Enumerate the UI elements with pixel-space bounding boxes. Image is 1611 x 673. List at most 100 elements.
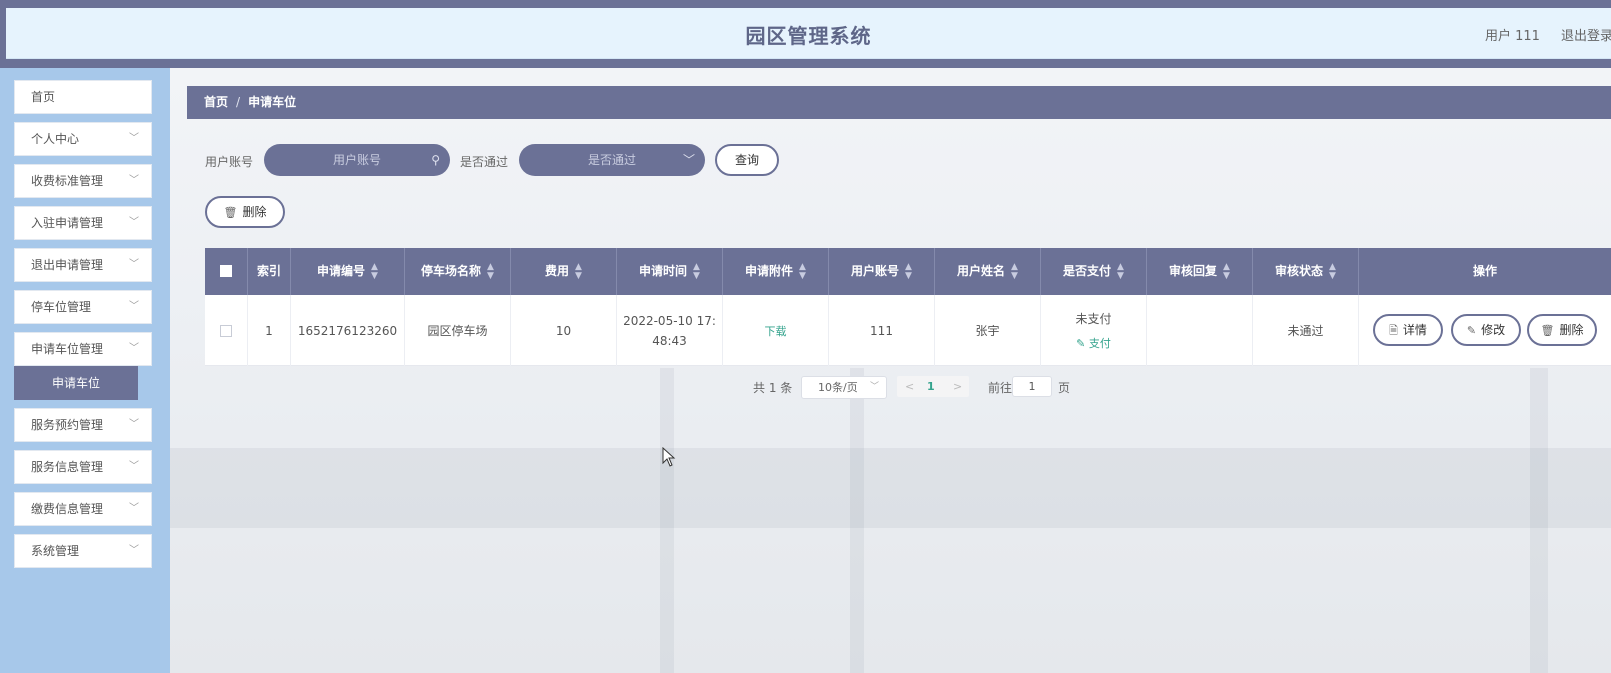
edit-button[interactable]: ✎ 修改 [1451,314,1521,346]
account-search-input[interactable]: 用户账号 ⚲ [264,144,450,176]
breadcrumb-home[interactable]: 首页 [204,95,228,109]
sidebar-item-space-application[interactable]: 申请车位管理 ﹀ [14,332,152,366]
chevron-down-icon: ﹀ [129,461,139,472]
sidebar-item-home[interactable]: 首页 [14,80,152,114]
select-all-cell [205,248,248,295]
apply-time-line1: 2022-05-10 17: [623,313,716,328]
sidebar-item-fee-standard[interactable]: 收费标准管理 ﹀ [14,164,152,198]
apply-time-line2: 48:43 [652,333,687,348]
chevron-down-icon: ﹀ [129,301,139,312]
sort-icon[interactable]: ▲ ▼ [1329,262,1336,281]
background-blur [170,448,1611,528]
sort-icon[interactable]: ▲ ▼ [575,262,582,281]
col-attachment-label: 申请附件 [745,264,794,278]
sort-icon[interactable]: ▲ ▼ [799,262,806,281]
search-icon: ⚲ [431,153,440,167]
chevron-down-icon: ﹀ [129,343,139,354]
document-icon: 🗎 [1389,324,1398,337]
prev-page-icon[interactable]: < [905,376,914,397]
edit-icon: ✎ [1466,324,1477,337]
pay-link-label: 支付 [1088,337,1111,350]
sidebar-item-exit-application[interactable]: 退出申请管理 ﹀ [14,248,152,282]
table-row: 1 1652176123260 园区停车场 10 2022-05-10 17: … [205,295,1611,366]
sort-icon[interactable]: ▲ ▼ [487,262,494,281]
logout-link[interactable]: 退出登录 [1561,25,1611,44]
sidebar-item-personal-center[interactable]: 个人中心 ﹀ [14,122,152,156]
pass-placeholder: 是否通过 [587,153,636,167]
cell-fee: 10 [511,295,617,366]
chevron-down-icon: ﹀ [129,503,139,514]
sidebar-item-label: 收费标准管理 [31,174,104,188]
detail-button[interactable]: 🗎 详情 [1373,314,1443,346]
col-fee-label: 费用 [545,264,570,278]
sidebar-item-label: 停车位管理 [31,300,92,314]
table-header: 索引 申请编号 ▲ ▼ 停车场名称 ▲ ▼ 费用 ▲ ▼ 申请时间 ▲ ▼ 申请附件 ▲ ▼ 用户账… [205,248,1611,295]
sidebar-item-parking-space[interactable]: 停车位管理 ﹀ [14,290,152,324]
sort-icon[interactable]: ▲ ▼ [905,262,912,281]
sidebar-subitem-apply-space[interactable]: 申请车位 [14,366,138,400]
background-blur [850,368,864,673]
col-status[interactable]: 审核状态 ▲ ▼ [1253,248,1359,295]
sidebar-item-label: 个人中心 [31,132,80,146]
sort-icon[interactable]: ▲ ▼ [1223,262,1230,281]
sidebar-item-entry-application[interactable]: 入驻申请管理 ﹀ [14,206,152,240]
col-reply[interactable]: 审核回复 ▲ ▼ [1147,248,1253,295]
col-apply-no-label: 申请编号 [317,264,366,278]
col-paid-label: 是否支付 [1063,264,1112,278]
sort-icon[interactable]: ▲ ▼ [1011,262,1018,281]
sort-icon[interactable]: ▲ ▼ [1117,262,1124,281]
page-number[interactable]: 1 [927,376,935,397]
query-button[interactable]: 查询 [715,144,779,176]
col-apply-no[interactable]: 申请编号 ▲ ▼ [291,248,405,295]
account-placeholder: 用户账号 [332,153,381,167]
select-all-checkbox[interactable] [220,265,232,277]
sidebar-item-payment-info[interactable]: 缴费信息管理 ﹀ [14,492,152,526]
col-apply-time[interactable]: 申请时间 ▲ ▼ [617,248,723,295]
chevron-down-icon: ﹀ [129,419,139,430]
next-page-icon[interactable]: > [953,376,962,397]
col-actions-label: 操作 [1472,264,1497,278]
col-status-label: 审核状态 [1275,264,1324,278]
row-delete-button[interactable]: 🗑 删除 [1527,314,1597,346]
main-content: 首页 / 申请车位 用户账号 用户账号 ⚲ 是否通过 是否通过 ﹀ 查询 🗑 删除 索… [170,68,1611,673]
trash-icon: 🗑 [1540,324,1555,337]
col-account[interactable]: 用户账号 ▲ ▼ [829,248,935,295]
chevron-down-icon: ﹀ [129,545,139,556]
cell-paid: 未支付 ✎ 支付 [1041,295,1147,366]
pagination-total: 共 1 条 [753,381,793,395]
goto-page-input[interactable]: 1 [1012,376,1052,397]
page-size-value: 10条/页 [818,381,858,394]
app-header: 园区管理系统 用户 111 退出登录 [6,8,1611,59]
col-parking-name[interactable]: 停车场名称 ▲ ▼ [405,248,511,295]
col-fee[interactable]: 费用 ▲ ▼ [511,248,617,295]
col-paid[interactable]: 是否支付 ▲ ▼ [1041,248,1147,295]
download-link[interactable]: 下载 [765,323,787,339]
cell-parking-name: 园区停车场 [405,295,511,366]
col-actions: 操作 [1359,248,1611,295]
cell-apply-time: 2022-05-10 17: 48:43 [617,295,723,366]
page-size-select[interactable]: 10条/页 ﹀ [801,376,887,399]
breadcrumb-current: 申请车位 [248,95,297,109]
cell-apply-no: 1652176123260 [291,295,405,366]
sort-icon[interactable]: ▲ ▼ [371,262,378,281]
row-select-cell [205,295,248,366]
row-checkbox[interactable] [220,324,232,337]
col-name[interactable]: 用户姓名 ▲ ▼ [935,248,1041,295]
account-label: 用户账号 [205,155,254,169]
sort-icon[interactable]: ▲ ▼ [693,262,700,281]
pay-link[interactable]: ✎ 支付 [1076,335,1111,351]
cell-account: 111 [829,295,935,366]
pagination-pager: < 1 > [897,376,969,397]
sidebar-item-service-booking[interactable]: 服务预约管理 ﹀ [14,408,152,442]
query-button-label: 查询 [734,153,759,167]
col-attachment[interactable]: 申请附件 ▲ ▼ [723,248,829,295]
sidebar-item-service-info[interactable]: 服务信息管理 ﹀ [14,450,152,484]
cell-index: 1 [248,295,291,366]
batch-delete-button[interactable]: 🗑 删除 [205,196,285,228]
sidebar-item-label: 退出申请管理 [31,258,104,272]
pass-select[interactable]: 是否通过 ﹀ [519,144,705,176]
app-title: 园区管理系统 [745,24,872,48]
goto-prefix: 前往 [988,381,1013,395]
chevron-down-icon: ﹀ [682,153,695,167]
sidebar-item-system[interactable]: 系统管理 ﹀ [14,534,152,568]
